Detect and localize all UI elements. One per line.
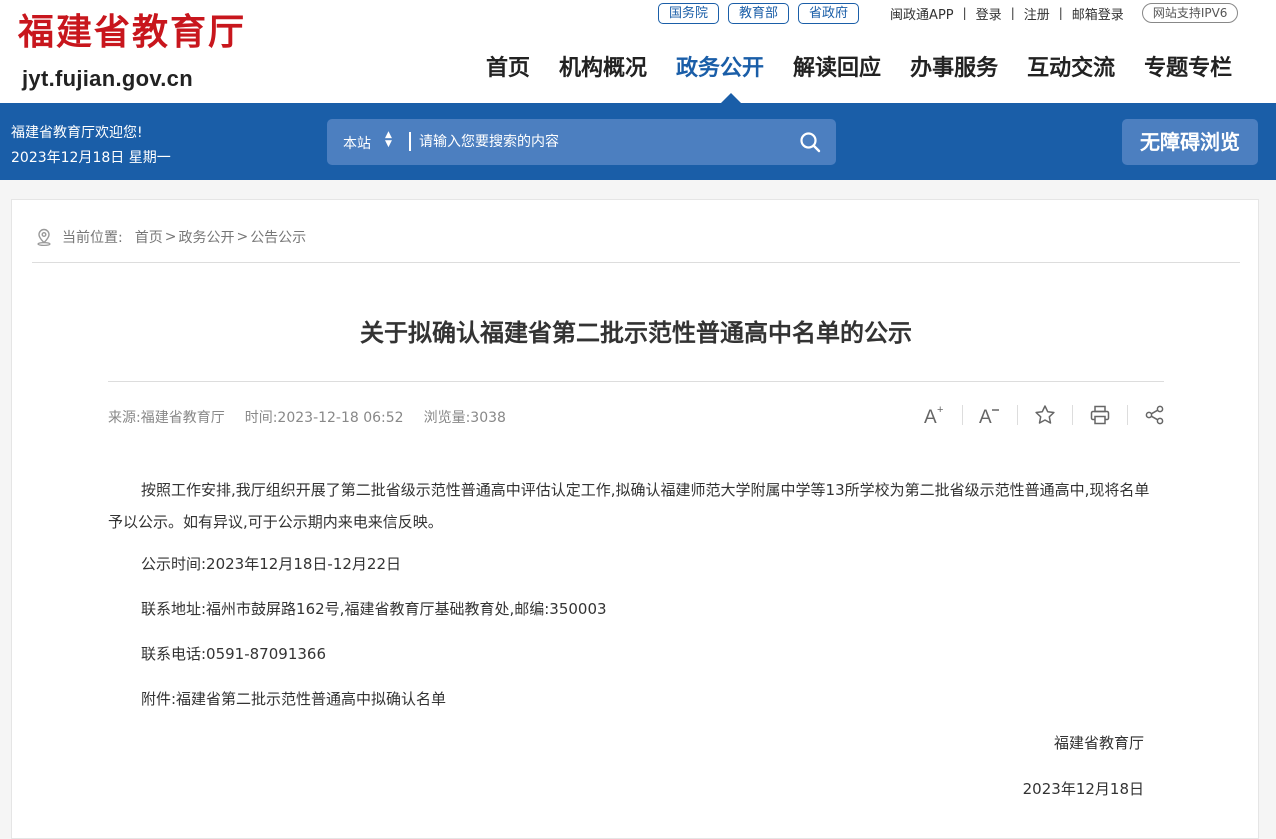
breadcrumb-home[interactable]: 首页 xyxy=(135,227,163,247)
svg-text:A: A xyxy=(979,407,992,426)
welcome-block: 福建省教育厅欢迎您! 2023年12月18日 星期一 xyxy=(11,121,171,171)
main-nav: 首页 机构概况 政务公开 解读回应 办事服务 互动交流 专题专栏 xyxy=(486,50,1232,82)
accessibility-button[interactable]: 无障碍浏览 xyxy=(1122,119,1258,165)
breadcrumb-announcements[interactable]: 公告公示 xyxy=(250,227,306,247)
site-domain: jyt.fujian.gov.cn xyxy=(22,66,193,91)
divider xyxy=(108,381,1164,382)
article-time: 时间:2023-12-18 06:52 xyxy=(244,410,404,426)
search-box: 本站 ▲ ▼ xyxy=(327,119,836,165)
signature-org: 福建省教育厅 xyxy=(1053,734,1144,752)
search-divider xyxy=(409,132,411,151)
article-paragraph: 公示时间:2023年12月18日-12月22日 xyxy=(141,555,401,573)
nav-organization[interactable]: 机构概况 xyxy=(559,50,647,82)
article-paragraph: 按照工作安排,我厅组织开展了第二批省级示范性普通高中评估认定工作,拟确认福建师范… xyxy=(108,481,1150,531)
search-icon[interactable] xyxy=(798,130,822,154)
link-ministry-education[interactable]: 教育部 xyxy=(728,2,790,24)
register-link[interactable]: 注册 xyxy=(1024,4,1050,23)
article-paragraph: 联系地址:福州市鼓屏路162号,福建省教育厅基础教育处,邮编:350003 xyxy=(141,600,607,618)
nav-government-affairs[interactable]: 政务公开 xyxy=(676,50,764,82)
article-views: 浏览量:3038 xyxy=(423,410,506,426)
updown-arrows-icon[interactable]: ▲ ▼ xyxy=(385,131,392,149)
svg-text:A: A xyxy=(924,407,937,426)
search-input[interactable] xyxy=(419,128,769,156)
top-links: 国务院 教育部 省政府 闽政通APP | 登录 | 注册 | 邮箱登录 网站支持… xyxy=(658,2,1239,24)
link-state-council[interactable]: 国务院 xyxy=(658,2,720,24)
divider: | xyxy=(962,6,967,20)
nav-interaction[interactable]: 互动交流 xyxy=(1027,50,1115,82)
location-pin-icon xyxy=(36,228,52,247)
article-paragraph: 联系电话:0591-87091366 xyxy=(141,645,326,663)
attachment-link[interactable]: 附件:福建省第二批示范性普通高中拟确认名单 xyxy=(108,683,1164,715)
share-icon[interactable] xyxy=(1138,400,1172,430)
link-mzt-app[interactable]: 闽政通APP xyxy=(890,4,954,23)
divider xyxy=(32,262,1240,263)
nav-topics[interactable]: 专题专栏 xyxy=(1144,50,1232,82)
article-body: 按照工作安排,我厅组织开展了第二批省级示范性普通高中评估认定工作,拟确认福建师范… xyxy=(108,474,1164,728)
nav-interpretation[interactable]: 解读回应 xyxy=(793,50,881,82)
search-bar-strip: 福建省教育厅欢迎您! 2023年12月18日 星期一 本站 ▲▼ 无障碍浏览 xyxy=(0,103,1276,180)
welcome-text: 福建省教育厅欢迎您! xyxy=(11,125,143,141)
divider: | xyxy=(1010,6,1015,20)
ipv6-badge: 网站支持IPV6 xyxy=(1141,3,1239,23)
login-link[interactable]: 登录 xyxy=(976,4,1002,23)
article-meta: 来源:福建省教育厅 时间:2023-12-18 06:52 浏览量:3038 xyxy=(108,407,526,427)
breadcrumb-separator: > xyxy=(164,229,177,245)
article-card: 当前位置: 首页 > 政务公开 > 公告公示 关于拟确认福建省第二批示范性普通高… xyxy=(11,199,1259,839)
site-logo[interactable]: 福建省教育厅 xyxy=(18,14,246,50)
article-tools: A + A xyxy=(918,400,1172,430)
font-decrease-icon[interactable]: A xyxy=(973,400,1007,430)
divider xyxy=(1072,405,1073,425)
mail-login-link[interactable]: 邮箱登录 xyxy=(1072,4,1124,23)
article-title: 关于拟确认福建省第二批示范性普通高中名单的公示 xyxy=(360,319,912,347)
breadcrumb-separator: > xyxy=(236,229,249,245)
current-date: 2023年12月18日 星期一 xyxy=(11,150,171,166)
nav-services[interactable]: 办事服务 xyxy=(910,50,998,82)
breadcrumb-government-affairs[interactable]: 政务公开 xyxy=(178,227,234,247)
breadcrumb-label: 当前位置: xyxy=(62,230,123,246)
article-source: 来源:福建省教育厅 xyxy=(108,410,225,426)
print-icon[interactable] xyxy=(1083,400,1117,430)
nav-active-indicator xyxy=(721,93,741,103)
svg-text:+: + xyxy=(937,404,943,416)
link-provincial-gov[interactable]: 省政府 xyxy=(798,2,860,24)
breadcrumb: 当前位置: 首页 > 政务公开 > 公告公示 xyxy=(36,227,306,247)
divider: | xyxy=(1058,6,1063,20)
font-increase-icon[interactable]: A + xyxy=(918,400,952,430)
signature-date: 2023年12月18日 xyxy=(1022,780,1144,798)
nav-home[interactable]: 首页 xyxy=(486,50,530,82)
divider xyxy=(1017,405,1018,425)
site-header: 福建省教育厅 jyt.fujian.gov.cn 国务院 教育部 省政府 闽政通… xyxy=(0,0,1276,103)
divider xyxy=(962,405,963,425)
divider xyxy=(1127,405,1128,425)
star-icon[interactable] xyxy=(1028,400,1062,430)
search-scope-select[interactable]: 本站 xyxy=(343,133,371,153)
